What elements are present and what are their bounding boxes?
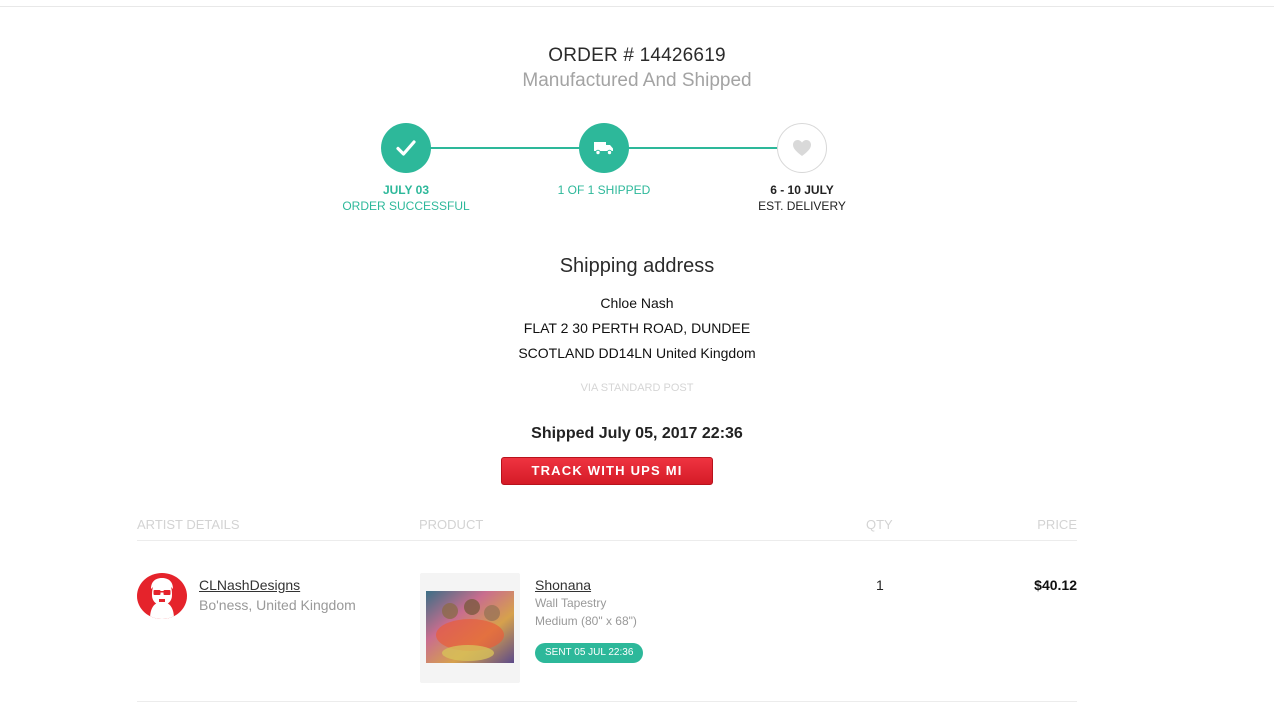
shipping-method: VIA STANDARD POST — [580, 382, 694, 394]
step-order-successful — [381, 123, 431, 173]
order-number: ORDER # 14426619 — [548, 45, 726, 66]
avatar-icon — [150, 578, 174, 619]
truck-icon — [594, 142, 613, 156]
artist-avatar[interactable] — [137, 573, 187, 619]
step-shipped — [579, 123, 629, 173]
step-label: 6 - 10 JULY EST. DELIVERY — [702, 182, 902, 214]
tapestry-image — [426, 591, 514, 663]
shipping-address-heading: Shipping address — [559, 255, 715, 277]
step-caption: EST. DELIVERY — [758, 199, 846, 213]
artist-location: Bo'ness, United Kingdom — [199, 597, 356, 613]
step-label: 1 OF 1 SHIPPED — [504, 182, 704, 198]
table-divider — [137, 540, 1077, 541]
column-header-price: PRICE — [1037, 517, 1077, 532]
progress-connector — [430, 147, 580, 149]
step-delivery — [777, 123, 827, 173]
checkmark-icon — [396, 140, 416, 156]
product-type: Wall Tapestry — [535, 596, 607, 610]
shipped-date: Shipped July 05, 2017 22:36 — [531, 425, 743, 442]
address-region: SCOTLAND DD14LN United Kingdom — [518, 345, 756, 361]
step-label: JULY 03 ORDER SUCCESSFUL — [306, 182, 506, 214]
product-thumbnail[interactable] — [420, 573, 520, 683]
quantity-value: 1 — [876, 577, 884, 593]
product-name-link[interactable]: Shonana — [535, 577, 591, 593]
column-header-product: PRODUCT — [419, 517, 484, 532]
header-divider — [0, 6, 1274, 7]
step-caption: 1 OF 1 SHIPPED — [557, 183, 651, 197]
column-header-qty: QTY — [866, 517, 893, 532]
product-size: Medium (80" x 68") — [535, 614, 637, 628]
heart-icon — [793, 140, 811, 156]
column-header-artist: ARTIST DETAILS — [137, 517, 240, 532]
track-shipment-button[interactable]: TRACK WITH UPS MI — [501, 457, 713, 485]
address-name: Chloe Nash — [600, 295, 674, 311]
price-value: $40.12 — [1034, 577, 1077, 593]
progress-connector — [628, 147, 778, 149]
step-caption: ORDER SUCCESSFUL — [342, 199, 470, 213]
address-street: FLAT 2 30 PERTH ROAD, DUNDEE — [523, 320, 751, 336]
artist-name-link[interactable]: CLNashDesigns — [199, 577, 300, 593]
step-date: JULY 03 — [382, 183, 430, 197]
order-status: Manufactured And Shipped — [522, 70, 752, 91]
table-divider — [137, 701, 1077, 702]
status-badge: SENT 05 JUL 22:36 — [535, 643, 644, 663]
step-date: 6 - 10 JULY — [770, 183, 834, 197]
